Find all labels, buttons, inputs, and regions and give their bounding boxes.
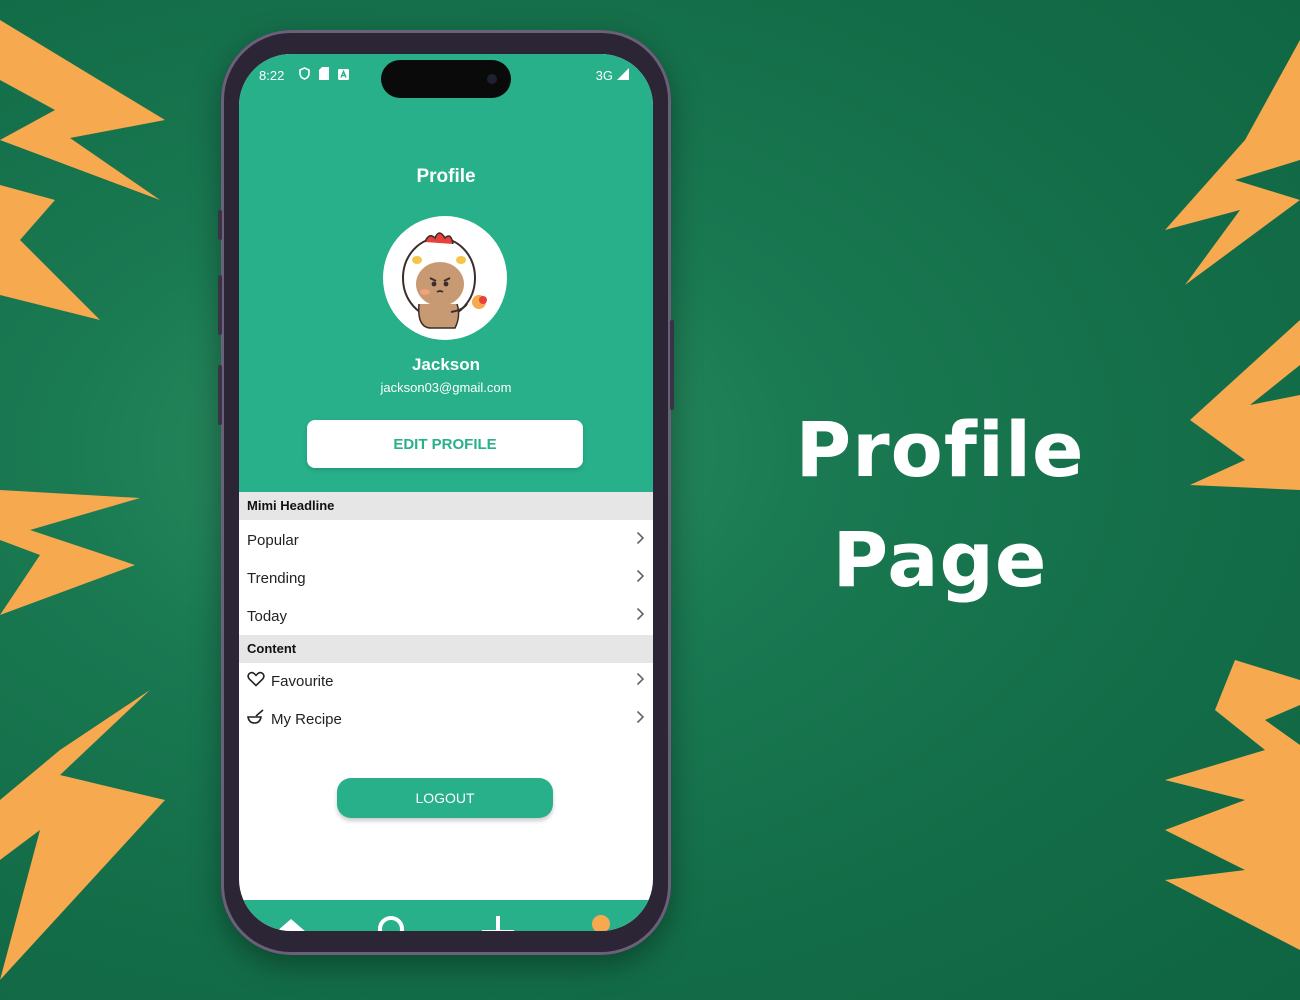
poster-title-line-1: Profile (795, 405, 1085, 494)
sim-icon (319, 67, 329, 85)
tab-search[interactable] (372, 912, 416, 931)
logout-button[interactable]: LOGOUT (337, 778, 553, 818)
lightning-bolt-icon (0, 20, 165, 200)
poster-title-line-2: Page (832, 515, 1048, 604)
list-item-favourite[interactable]: Favourite (239, 662, 653, 700)
volume-down-button (218, 365, 222, 425)
bowl-icon (247, 709, 265, 729)
user-icon (592, 915, 611, 931)
list-item-my-recipe-content: My Recipe (247, 709, 636, 729)
list-item-label: Trending (247, 569, 306, 587)
user-email: jackson03@gmail.com (380, 380, 512, 395)
status-icons (299, 67, 349, 85)
tab-home[interactable] (269, 912, 313, 931)
list-item-label: My Recipe (271, 710, 342, 728)
list-item-label: Today (247, 607, 288, 625)
status-time: 8:22 (259, 68, 285, 83)
phone-frame: 8:22 3G Profile Jackson jackson03@gmail.… (218, 30, 674, 955)
dynamic-island (381, 60, 511, 98)
status-right: 3G (596, 68, 629, 83)
bottom-tab-bar (239, 900, 653, 931)
lightning-bolt-icon (1165, 660, 1300, 950)
chevron-right-icon (636, 672, 645, 691)
tab-add[interactable] (476, 912, 520, 931)
section-header-mimi-headline: Mimi Headline (239, 492, 653, 520)
volume-up-button (218, 275, 222, 335)
lightning-bolt-icon (0, 185, 100, 320)
chevron-right-icon (636, 607, 645, 626)
a-icon (338, 67, 349, 85)
list-item-trending[interactable]: Trending (239, 559, 653, 597)
app-screen: 8:22 3G Profile Jackson jackson03@gmail.… (239, 54, 653, 931)
network-label: 3G (595, 68, 613, 83)
lightning-bolt-icon (0, 690, 165, 980)
chevron-right-icon (636, 710, 645, 729)
shield-icon (299, 67, 310, 85)
home-icon (276, 919, 305, 931)
plus-icon (481, 916, 514, 931)
list-item-label: Popular (247, 531, 299, 549)
avatar-illustration (402, 232, 487, 329)
heart-icon (247, 671, 265, 691)
search-icon (378, 916, 405, 931)
user-name: Jackson (411, 355, 481, 374)
chevron-right-icon (636, 569, 645, 588)
list-item-today[interactable]: Today (239, 597, 653, 635)
lightning-bolt-icon (1190, 320, 1300, 490)
lightning-bolt-icon (0, 490, 140, 615)
list-item-popular[interactable]: Popular (239, 521, 653, 559)
lightning-bolt-icon (1165, 40, 1300, 285)
camera-icon (487, 74, 497, 84)
tab-profile[interactable] (579, 912, 623, 931)
chevron-right-icon (636, 531, 645, 550)
list-item-label: Favourite (271, 672, 334, 690)
avatar[interactable] (383, 216, 507, 340)
list-item-favourite-content: Favourite (247, 671, 636, 691)
page-title: Profile (416, 166, 476, 187)
signal-icon (617, 68, 629, 83)
power-button (670, 320, 674, 410)
edit-profile-button[interactable]: EDIT PROFILE (307, 420, 583, 468)
action-button (218, 210, 222, 240)
list-item-my-recipe[interactable]: My Recipe (239, 700, 653, 738)
poster-title: Profile Page (760, 395, 1120, 615)
section-header-content: Content (239, 635, 653, 663)
